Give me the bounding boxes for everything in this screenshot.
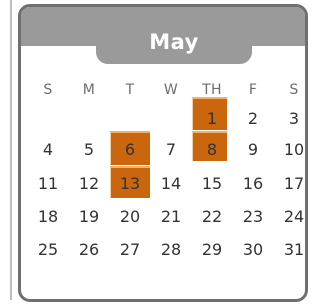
day-1[interactable]: 1 xyxy=(195,103,229,133)
day-14[interactable]: 14 xyxy=(154,168,188,198)
week-row: 4 5 6 7 8 9 10 xyxy=(21,134,305,164)
day-4[interactable]: 4 xyxy=(31,134,65,164)
day-10[interactable]: 10 xyxy=(277,134,305,164)
day-22[interactable]: 22 xyxy=(195,201,229,231)
weekday-sun: S xyxy=(43,82,53,98)
day-5[interactable]: 5 xyxy=(72,134,106,164)
week-row: 1 2 3 xyxy=(21,103,305,133)
month-title: May xyxy=(96,20,252,64)
day-23[interactable]: 23 xyxy=(236,201,270,231)
day-15[interactable]: 15 xyxy=(195,168,229,198)
left-border-panel xyxy=(0,0,12,300)
day-11[interactable]: 11 xyxy=(31,168,65,198)
week-row: 11 12 13 14 15 16 17 xyxy=(21,168,305,198)
week-row: 25 26 27 28 29 30 31 xyxy=(21,234,305,264)
day-8[interactable]: 8 xyxy=(195,134,229,164)
weekday-sat: S xyxy=(289,82,299,98)
day-30[interactable]: 30 xyxy=(236,234,270,264)
weekday-tue: T xyxy=(125,82,135,98)
day-2[interactable]: 2 xyxy=(236,103,270,133)
day-24[interactable]: 24 xyxy=(277,201,305,231)
day-13[interactable]: 13 xyxy=(113,168,147,198)
calendar-card: May S M T W TH F S 1 2 3 4 5 6 7 8 9 10 … xyxy=(18,4,308,302)
day-18[interactable]: 18 xyxy=(31,201,65,231)
day-21[interactable]: 21 xyxy=(154,201,188,231)
weekday-wed: W xyxy=(163,82,179,98)
day-20[interactable]: 20 xyxy=(113,201,147,231)
day-28[interactable]: 28 xyxy=(154,234,188,264)
day-19[interactable]: 19 xyxy=(72,201,106,231)
day-17[interactable]: 17 xyxy=(277,168,305,198)
day-25[interactable]: 25 xyxy=(31,234,65,264)
day-16[interactable]: 16 xyxy=(236,168,270,198)
weekday-row: S M T W TH F S xyxy=(21,75,305,105)
week-row: 18 19 20 21 22 23 24 xyxy=(21,201,305,231)
weekday-fri: F xyxy=(248,82,258,98)
day-31[interactable]: 31 xyxy=(277,234,305,264)
day-9[interactable]: 9 xyxy=(236,134,270,164)
day-12[interactable]: 12 xyxy=(72,168,106,198)
day-29[interactable]: 29 xyxy=(195,234,229,264)
day-3[interactable]: 3 xyxy=(277,103,305,133)
weekday-mon: M xyxy=(82,82,96,98)
day-6[interactable]: 6 xyxy=(113,134,147,164)
day-26[interactable]: 26 xyxy=(72,234,106,264)
day-27[interactable]: 27 xyxy=(113,234,147,264)
day-7[interactable]: 7 xyxy=(154,134,188,164)
